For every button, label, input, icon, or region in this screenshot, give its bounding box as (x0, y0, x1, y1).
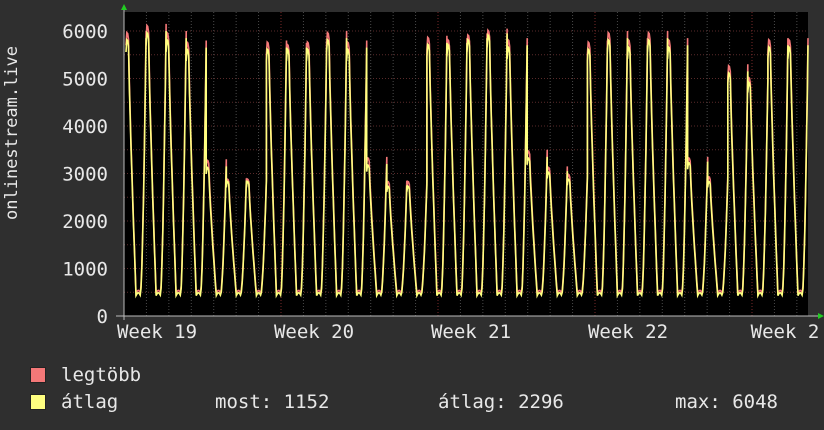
y-tick-label: 4000 (62, 116, 108, 138)
x-tick-label: Week 22 (588, 321, 668, 343)
x-tick-label: Week 21 (431, 321, 511, 343)
stat-max: max: 6048 (675, 391, 778, 413)
y-tick-label: 6000 (62, 21, 108, 43)
stat-most-value: 1152 (283, 391, 330, 413)
legend-item-legtobb: legtöbb (30, 364, 141, 386)
y-axis-title: onlinestream.live (2, 46, 22, 220)
legend-item-atlag: átlag (30, 391, 118, 413)
y-tick-label: 1000 (62, 259, 108, 281)
y-tick-label: 2000 (62, 211, 108, 233)
y-tick-label: 0 (97, 306, 108, 328)
legend-swatch-legtobb (30, 367, 46, 383)
stat-atlag: átlag: 2296 (438, 391, 564, 413)
y-tick-label: 3000 (62, 164, 108, 186)
legend-label-legtobb: legtöbb (61, 364, 142, 386)
x-tick-label: Week 19 (117, 321, 197, 343)
stat-atlag-value: 2296 (518, 391, 564, 413)
y-tick-label: 5000 (62, 69, 108, 91)
stat-max-value: 6048 (732, 391, 778, 413)
stat-most: most: 1152 (215, 391, 329, 413)
legend-label-atlag: átlag (61, 391, 119, 413)
x-tick-label: Week 20 (274, 321, 354, 343)
stat-most-label: most: (215, 391, 273, 413)
y-axis-arrow (121, 4, 127, 10)
stat-max-label: max: (675, 391, 721, 413)
x-tick-label: Week 2 (751, 321, 820, 343)
legend-swatch-atlag (30, 394, 46, 410)
stat-atlag-label: átlag: (438, 391, 507, 413)
x-axis-arrow (818, 313, 824, 319)
